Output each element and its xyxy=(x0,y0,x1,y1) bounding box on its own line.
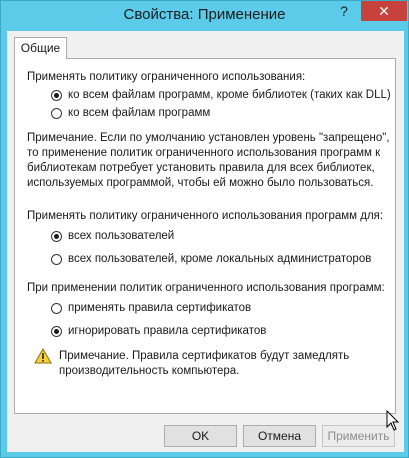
radio-all-users-except-admins-label[interactable]: всех пользователей, кроме локальных адми… xyxy=(68,252,371,267)
radio-ignore-certificate-rules-label[interactable]: игнорировать правила сертификатов xyxy=(68,324,266,339)
warning-icon xyxy=(34,348,52,364)
mouse-cursor-icon xyxy=(386,410,400,431)
note-line-4: используемых программой, чтобы ей можно … xyxy=(27,177,374,189)
section3-heading: При применении политик ограниченного исп… xyxy=(27,282,385,294)
dialog-client-area: Общие Применять политику ограниченного и… xyxy=(7,31,404,452)
note-line-1: Примечание. Если по умолчанию установлен… xyxy=(27,132,390,144)
radio-apply-certificate-rules[interactable] xyxy=(51,303,62,314)
help-button[interactable]: ? xyxy=(327,1,361,21)
title-bar[interactable]: Свойства: Применение ? ✕ xyxy=(1,1,408,29)
note-line-3: библиотекам потребует установить правила… xyxy=(27,162,375,174)
note-line-2: то применение политик ограниченного испо… xyxy=(27,147,381,159)
close-button[interactable]: ✕ xyxy=(361,1,407,21)
warning-line-2: производительность компьютера. xyxy=(59,365,240,377)
radio-all-users-except-admins[interactable] xyxy=(51,254,62,265)
radio-all-program-files-label[interactable]: ко всем файлам программ xyxy=(68,106,210,121)
section1-heading: Применять политику ограниченного использ… xyxy=(27,71,306,83)
apply-button[interactable]: Применить xyxy=(322,425,395,447)
cancel-button[interactable]: Отмена xyxy=(243,425,316,447)
radio-all-except-libraries-label[interactable]: ко всем файлам программ, кроме библиотек… xyxy=(68,88,391,103)
tab-panel-general: Применять политику ограниченного использ… xyxy=(14,58,396,414)
warning-line-1: Примечание. Правила сертификатов будут з… xyxy=(59,350,350,362)
section2-heading: Применять политику ограниченного использ… xyxy=(27,210,384,222)
radio-ignore-certificate-rules[interactable] xyxy=(51,326,62,337)
tab-general[interactable]: Общие xyxy=(14,37,67,59)
dialog-window: Свойства: Применение ? ✕ Общие Применять… xyxy=(0,0,409,458)
radio-all-users-label[interactable]: всех пользователей xyxy=(68,229,174,244)
ok-button[interactable]: OK xyxy=(164,425,237,447)
radio-apply-certificate-rules-label[interactable]: применять правила сертификатов xyxy=(68,301,251,316)
radio-all-users[interactable] xyxy=(51,231,62,242)
radio-all-except-libraries[interactable] xyxy=(51,90,62,101)
radio-all-program-files[interactable] xyxy=(51,108,62,119)
